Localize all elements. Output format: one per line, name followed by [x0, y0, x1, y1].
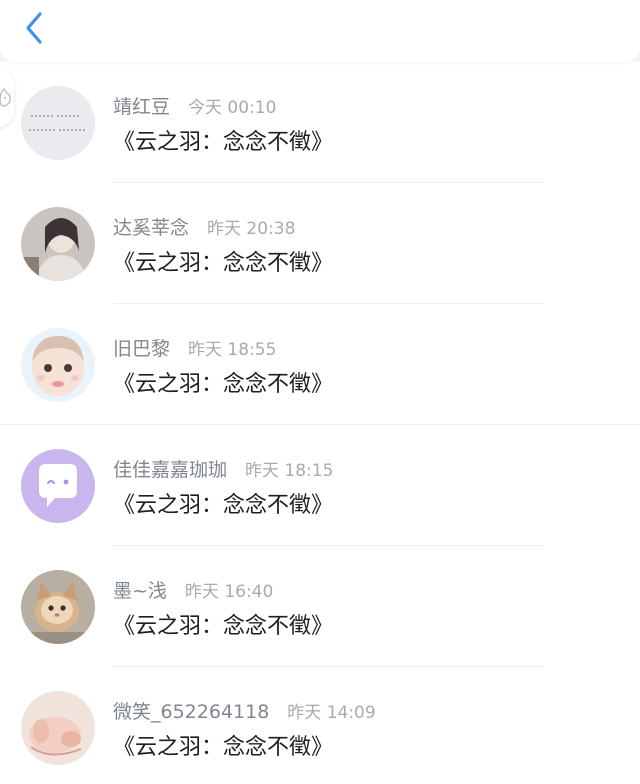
sender-line: 旧巴黎 昨天 18:55 [113, 334, 277, 361]
sender-name[interactable]: 佳佳嘉嘉珈珈 [113, 455, 227, 482]
message-text: 《云之羽：念念不徵》 [113, 130, 334, 155]
message-text: 《云之羽：念念不徵》 [113, 251, 334, 276]
sender-name[interactable]: 墨~浅 [113, 576, 167, 603]
message-row[interactable]: 旧巴黎 昨天 18:55 《云之羽：念念不徵》 [0, 304, 640, 425]
chevron-left-icon [26, 12, 42, 44]
message-time: 昨天 18:55 [188, 340, 277, 360]
avatar[interactable] [21, 691, 95, 765]
message-list: 靖红豆 今天 00:10 《云之羽：念念不徵》 达奚莘念 昨天 20:38 《云… [0, 62, 640, 784]
avatar[interactable] [21, 328, 95, 402]
top-nav-bar [0, 0, 640, 62]
sender-line: 达奚莘念 昨天 20:38 [113, 213, 296, 240]
message-time: 昨天 18:15 [245, 461, 334, 481]
message-row[interactable]: 墨~浅 昨天 16:40 《云之羽：念念不徵》 [0, 546, 640, 667]
message-text: 《云之羽：念念不徵》 [113, 735, 334, 760]
message-text: 《云之羽：念念不徵》 [113, 493, 334, 518]
message-list-page: 靖红豆 今天 00:10 《云之羽：念念不徵》 达奚莘念 昨天 20:38 《云… [0, 0, 640, 784]
sender-name[interactable]: 靖红豆 [113, 92, 170, 119]
message-row[interactable]: 达奚莘念 昨天 20:38 《云之羽：念念不徵》 [0, 183, 640, 304]
back-button[interactable] [18, 10, 50, 46]
message-time: 昨天 14:09 [287, 703, 376, 723]
sender-name[interactable]: 达奚莘念 [113, 213, 189, 240]
sender-name[interactable]: 旧巴黎 [113, 334, 170, 361]
sender-line: 靖红豆 今天 00:10 [113, 92, 277, 119]
message-time: 昨天 20:38 [207, 219, 296, 239]
message-row[interactable]: 微笑_652264118 昨天 14:09 《云之羽：念念不徵》 [0, 667, 640, 784]
sender-line: 墨~浅 昨天 16:40 [113, 576, 274, 603]
sender-line: 佳佳嘉嘉珈珈 昨天 18:15 [113, 455, 334, 482]
cat-face-icon [0, 87, 11, 107]
message-time: 今天 00:10 [188, 98, 277, 118]
message-text: 《云之羽：念念不徵》 [113, 372, 334, 397]
sender-name[interactable]: 微笑_652264118 [113, 697, 269, 724]
sender-line: 微笑_652264118 昨天 14:09 [113, 697, 376, 724]
message-text: 《云之羽：念念不徵》 [113, 614, 334, 639]
avatar[interactable] [21, 570, 95, 644]
avatar[interactable] [21, 86, 95, 160]
avatar[interactable] [21, 207, 95, 281]
avatar[interactable] [21, 449, 95, 523]
message-time: 昨天 16:40 [184, 582, 274, 602]
message-row[interactable]: 靖红豆 今天 00:10 《云之羽：念念不徵》 [0, 62, 640, 183]
message-row[interactable]: 佳佳嘉嘉珈珈 昨天 18:15 《云之羽：念念不徵》 [0, 425, 640, 546]
